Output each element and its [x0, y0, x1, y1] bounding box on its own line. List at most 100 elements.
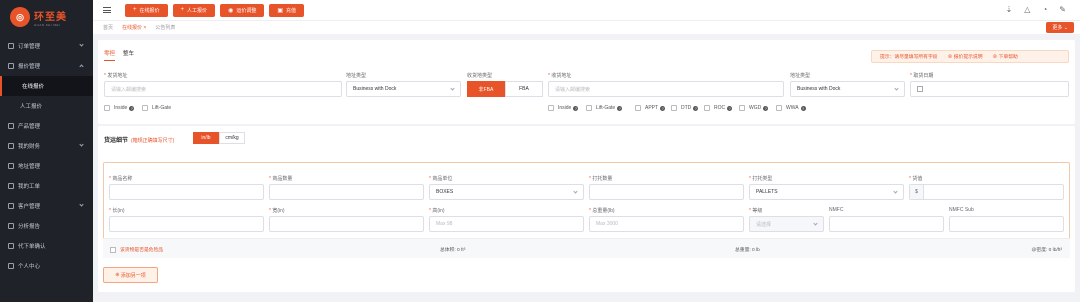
- checkbox[interactable]: [586, 105, 592, 111]
- sidebar-item-label: 订单管理: [18, 44, 41, 50]
- tab-ltl[interactable]: 零担: [104, 49, 116, 61]
- pickup-date-input[interactable]: [910, 81, 1069, 97]
- add-item-button[interactable]: ⊕ 添加另一项: [103, 267, 158, 283]
- nmfc-sub-input[interactable]: [949, 216, 1064, 232]
- rate-adjust-button[interactable]: ◉ 运价调整: [220, 3, 265, 17]
- label-text: 货值: [912, 176, 923, 182]
- label-text: 长(in): [112, 208, 125, 214]
- unit-in-lb[interactable]: in/lb: [193, 132, 219, 144]
- pallet-type-select[interactable]: PALLETS: [749, 184, 904, 200]
- sidebar-item-finance[interactable]: 我的财务: [0, 136, 93, 156]
- label-text: 高(in): [432, 208, 445, 214]
- non-fba-option[interactable]: 非FBA: [467, 81, 505, 97]
- check-wwa[interactable]: WWA?: [776, 105, 806, 111]
- label-text: 打托类型: [752, 176, 773, 182]
- to-address-label: * 收货地址: [548, 73, 572, 79]
- sidebar-item-quotes[interactable]: 报价管理: [0, 56, 93, 76]
- label: * 总重量(lb): [589, 208, 615, 214]
- finance-icon: [8, 143, 14, 149]
- cargo-value-input[interactable]: $: [909, 184, 1064, 200]
- from-type-label: 地址类型: [346, 72, 366, 79]
- tab-online-quote[interactable]: 在线报价 ×: [122, 24, 146, 31]
- product-unit-select[interactable]: BOXES: [429, 184, 584, 200]
- menu-icon[interactable]: [103, 7, 111, 13]
- to-type-select[interactable]: Business with Dock: [790, 81, 905, 97]
- checkbox[interactable]: [704, 105, 710, 111]
- dangerous-goods-check[interactable]: 该货物是否是危险品: [110, 246, 163, 253]
- label-text: 商品数量: [272, 176, 293, 182]
- help-icon: ?: [617, 105, 623, 111]
- tab-home[interactable]: 首页: [103, 24, 113, 31]
- quote-help-link[interactable]: ⊗ 报价提示说明: [948, 53, 983, 60]
- avatar[interactable]: ◔: [1042, 5, 1047, 14]
- check-appt[interactable]: APPT?: [635, 105, 666, 111]
- sidebar-item-products[interactable]: 产品管理: [0, 116, 93, 136]
- nmfc-input[interactable]: [829, 216, 944, 232]
- manual-quote-button[interactable]: + 人工报价: [172, 3, 216, 17]
- more-button[interactable]: 更多 ⌄: [1046, 22, 1074, 33]
- length-input[interactable]: [109, 216, 264, 232]
- checkbox[interactable]: [548, 105, 554, 111]
- link-label: 报价提示说明: [953, 55, 983, 60]
- quote-icon: [8, 63, 14, 69]
- from-address-input[interactable]: 请输入邮编搜索: [104, 81, 342, 97]
- total-volume: 总体积: 0 ft³: [440, 248, 466, 253]
- tab-announcements[interactable]: 公告列表: [155, 24, 175, 31]
- check-liftgate-to[interactable]: Lift-Gate?: [586, 105, 623, 111]
- recv-type-toggle: 非FBA FBA: [467, 81, 543, 97]
- width-input[interactable]: [269, 216, 424, 232]
- height-input[interactable]: Max 98: [429, 216, 584, 232]
- sidebar-item-proxy-order[interactable]: 代下单确认: [0, 236, 93, 256]
- checkbox[interactable]: [671, 105, 677, 111]
- recharge-button[interactable]: ▣ 充值: [269, 3, 305, 17]
- checkbox[interactable]: [776, 105, 782, 111]
- hint-banner: 提示：请尽量填写所有字段 ⊗ 报价提示说明 ⊗ 下单帮助: [871, 50, 1069, 63]
- online-quote-button[interactable]: + 在线报价: [125, 3, 168, 17]
- order-help-link[interactable]: ⊗ 下单帮助: [993, 53, 1018, 60]
- report-icon: [8, 223, 14, 229]
- section-title: 货运细节 (箱规正确填写尺寸): [104, 135, 174, 144]
- check-inside-from[interactable]: Inside?: [104, 105, 135, 111]
- download-icon[interactable]: ⇣: [1006, 5, 1013, 14]
- unit-cm-kg[interactable]: cm/kg: [219, 132, 245, 144]
- class-select[interactable]: 请选择: [749, 216, 824, 232]
- sidebar-item-online-quote[interactable]: 在线报价: [0, 76, 93, 96]
- label-text: 地址类型: [346, 73, 367, 79]
- sidebar-item-customers[interactable]: 客户管理: [0, 196, 93, 216]
- to-address-input[interactable]: 请输入邮编搜索: [548, 81, 784, 97]
- label: * 商品名称: [109, 176, 133, 182]
- check-inside-to[interactable]: Inside?: [548, 105, 579, 111]
- fba-option[interactable]: FBA: [505, 81, 543, 97]
- button-label: 在线报价: [139, 7, 160, 14]
- total-weight-input[interactable]: Max 3000: [589, 216, 744, 232]
- check-roc[interactable]: ROC?: [704, 105, 733, 111]
- label-text: 总重量(lb): [592, 208, 615, 214]
- label-text: NMFC Sub: [949, 207, 974, 213]
- product-name-input[interactable]: [109, 184, 264, 200]
- sidebar-item-label: 客户管理: [18, 204, 41, 210]
- sidebar-item-profile[interactable]: 个人中心: [0, 256, 93, 276]
- sidebar-item-orders[interactable]: 订单管理: [0, 36, 93, 56]
- sidebar-item-tickets[interactable]: 我的工单: [0, 176, 93, 196]
- sidebar-item-reports[interactable]: 分析报告: [0, 216, 93, 236]
- sidebar-item-address[interactable]: 地址管理: [0, 156, 93, 176]
- product-qty-input[interactable]: [269, 184, 424, 200]
- address-icon: [8, 163, 14, 169]
- check-liftgate-from[interactable]: Lift-Gate: [142, 105, 171, 111]
- from-type-select[interactable]: Business with Dock: [346, 81, 461, 97]
- select-value: Business with Dock: [797, 86, 841, 92]
- check-dtd[interactable]: DTD?: [671, 105, 699, 111]
- checkbox[interactable]: [635, 105, 641, 111]
- sidebar-item-label: 产品管理: [18, 124, 41, 130]
- checkbox[interactable]: [142, 105, 148, 111]
- check-wgd[interactable]: WGD?: [739, 105, 769, 111]
- checkbox[interactable]: [110, 246, 116, 253]
- bell-icon[interactable]: △: [1024, 5, 1030, 14]
- pallet-qty-input[interactable]: [589, 184, 744, 200]
- checkbox[interactable]: [104, 105, 110, 111]
- logo: ◎ 环至美 HUAN ZHI MEI: [0, 0, 93, 34]
- tab-ftl[interactable]: 整车: [123, 49, 134, 61]
- sidebar-item-manual-quote[interactable]: 人工报价: [0, 96, 93, 116]
- settings-icon[interactable]: ✎: [1059, 5, 1066, 14]
- checkbox[interactable]: [739, 105, 745, 111]
